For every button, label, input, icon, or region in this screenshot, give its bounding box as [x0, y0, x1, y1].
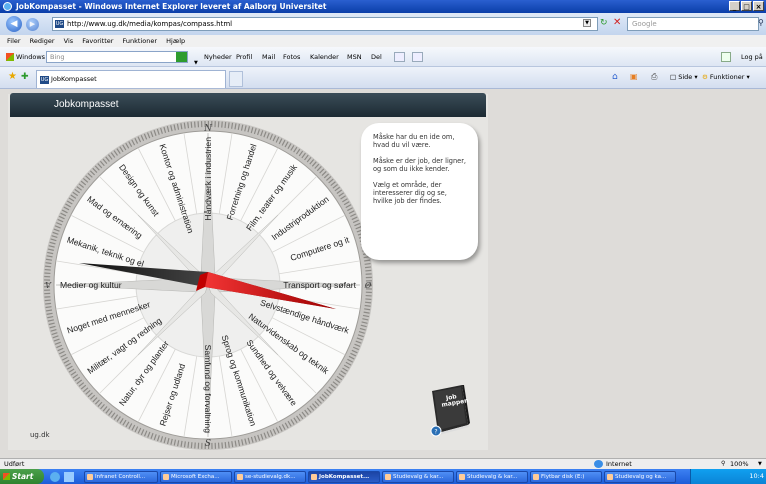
feeds-icon[interactable]: ▣: [630, 72, 638, 81]
page-header: Jobkompasset: [10, 93, 486, 117]
link-profil[interactable]: Profil: [236, 47, 252, 67]
clock[interactable]: 10:4: [749, 472, 764, 480]
link-fotos[interactable]: Fotos: [283, 47, 300, 67]
zoom-icon[interactable]: ⚲: [721, 459, 725, 469]
link-msn[interactable]: MSN: [347, 47, 362, 67]
page-title: Jobkompasset: [54, 99, 119, 110]
site-favicon-icon: UG: [55, 20, 64, 28]
task-se-studievalg[interactable]: se-studievalg.dk...: [234, 471, 306, 483]
bing-search-input[interactable]: Bing: [46, 51, 188, 63]
search-input[interactable]: Google: [627, 17, 759, 31]
menu-hjaelp[interactable]: Hjælp: [166, 37, 185, 45]
login-link[interactable]: Log på: [741, 47, 763, 67]
side-menu[interactable]: □ Side ▾: [670, 73, 698, 81]
task-infranet[interactable]: Infranet Controll...: [84, 471, 158, 483]
funktioner-menu[interactable]: ⚙ Funktioner ▾: [702, 73, 750, 81]
task-studievalg-3[interactable]: Studievalg og ka...: [604, 471, 676, 483]
link-del[interactable]: Del: [371, 47, 382, 67]
stop-icon[interactable]: ✕: [613, 17, 623, 28]
start-label: Start: [12, 472, 34, 481]
toolbar-pen-icon[interactable]: [394, 52, 405, 62]
compass-east-letter: Ø: [364, 281, 372, 290]
start-button[interactable]: Start: [0, 469, 44, 484]
svg-text:?: ?: [434, 429, 437, 436]
task-jobkompasset[interactable]: JobKompasset...: [308, 471, 380, 483]
login-checkbox-icon[interactable]: [721, 52, 731, 62]
job-mappen-book[interactable]: ? Job mappen: [428, 385, 472, 437]
system-tray: 10:4: [690, 469, 766, 484]
book-icon: ?: [430, 385, 470, 437]
task-studievalg-1[interactable]: Studievalg & kar...: [382, 471, 454, 483]
bubble-paragraph-3: Vælg et område, der interesserer dig og …: [373, 181, 447, 205]
link-mail[interactable]: Mail: [262, 47, 275, 67]
compass-south-letter: S: [205, 439, 211, 449]
gear-icon: ⚙: [702, 73, 708, 81]
job-compass: Håndværk i industrien Forretning og hande…: [43, 120, 373, 450]
menu-funktioner[interactable]: Funktioner: [123, 37, 158, 45]
minimize-button[interactable]: _: [729, 1, 740, 11]
menu-bar: Filer Rediger Vis Favoritter Funktioner …: [0, 35, 766, 47]
menu-filer[interactable]: Filer: [7, 37, 21, 45]
forward-icon[interactable]: ▶: [26, 18, 39, 31]
toolbar-window-icon[interactable]: [412, 52, 423, 62]
links-toolbar: Windows Live Bing ▼ Nyheder Profil Mail …: [0, 47, 766, 67]
status-zone: Internet: [606, 460, 632, 468]
sector-label[interactable]: Samfund og forvaltning: [203, 345, 213, 434]
title-bar: JobKompasset - Windows Internet Explorer…: [0, 0, 766, 13]
funktioner-menu-label: Funktioner: [709, 73, 745, 81]
side-menu-label: Side: [678, 73, 693, 81]
address-url: http://www.ug.dk/media/kompas/compass.ht…: [67, 20, 233, 28]
print-icon[interactable]: ⎙: [651, 72, 657, 82]
link-nyheder[interactable]: Nyheder: [204, 47, 232, 67]
quicklaunch-desktop-icon[interactable]: [64, 472, 74, 482]
sector-label[interactable]: Transport og søfart: [283, 280, 356, 290]
add-favorites-icon[interactable]: ✚: [21, 72, 29, 82]
status-bar: Udført Internet ⚲ 100% ▼: [0, 458, 766, 469]
footer-ugdk[interactable]: ug.dk: [30, 431, 50, 439]
favorites-star-icon[interactable]: ★: [8, 72, 17, 82]
bubble-paragraph-2: Måske er der job, der ligner, og som du …: [373, 157, 466, 173]
bing-go-icon[interactable]: [176, 52, 187, 62]
windows-logo-icon: [3, 473, 10, 480]
maximize-button[interactable]: □: [741, 1, 752, 11]
address-dropdown-icon[interactable]: ▼: [583, 19, 591, 27]
home-icon[interactable]: ⌂: [612, 72, 618, 82]
new-tab-button[interactable]: [229, 71, 243, 87]
sector-label[interactable]: Håndværk i industrien: [203, 137, 213, 221]
internet-zone-icon: [594, 460, 603, 468]
tab-jobkompasset[interactable]: UG JobKompasset: [36, 70, 226, 88]
taskbar: Start Infranet Controll... Microsoft Exc…: [0, 469, 766, 484]
compass-north-letter: N: [203, 124, 213, 134]
tab-bar: ★ ✚ UG JobKompasset ⌂ ▣ ⎙ □ Side ▾ ⚙ Fun…: [0, 67, 766, 89]
search-icon[interactable]: ⚲: [758, 18, 764, 27]
address-toolbar: ◀ ▶ UG http://www.ug.dk/media/kompas/com…: [0, 13, 766, 35]
tab-favicon-icon: UG: [40, 76, 49, 84]
refresh-icon[interactable]: ↻: [600, 18, 610, 28]
windows-live-icon: [6, 53, 14, 61]
quicklaunch-ie-icon[interactable]: [50, 472, 60, 482]
link-kalender[interactable]: Kalender: [310, 47, 339, 67]
sector-label[interactable]: Medier og kultur: [60, 280, 122, 290]
menu-rediger[interactable]: Rediger: [30, 37, 55, 45]
status-text: Udført: [4, 460, 25, 468]
menu-favoritter[interactable]: Favoritter: [82, 37, 113, 45]
bing-placeholder: Bing: [50, 53, 65, 61]
zoom-dropdown-icon[interactable]: ▼: [758, 459, 762, 469]
close-button[interactable]: ×: [753, 1, 764, 11]
ie-icon: [3, 2, 12, 11]
back-icon[interactable]: ◀: [6, 16, 22, 32]
task-studievalg-2[interactable]: Studievalg & kar...: [456, 471, 528, 483]
address-input[interactable]: UG http://www.ug.dk/media/kompas/compass…: [52, 17, 598, 31]
window-title: JobKompasset - Windows Internet Explorer…: [16, 2, 327, 11]
bubble-paragraph-1: Måske har du en ide om, hvad du vil være…: [373, 133, 455, 149]
menu-vis[interactable]: Vis: [64, 37, 74, 45]
status-zoom[interactable]: 100%: [730, 459, 749, 469]
task-exchange[interactable]: Microsoft Excha...: [160, 471, 232, 483]
tab-label: JobKompasset: [51, 75, 97, 83]
info-bubble: Måske har du en ide om, hvad du vil være…: [361, 123, 478, 260]
task-flytbar-disk[interactable]: Flytbar disk (E:): [530, 471, 602, 483]
